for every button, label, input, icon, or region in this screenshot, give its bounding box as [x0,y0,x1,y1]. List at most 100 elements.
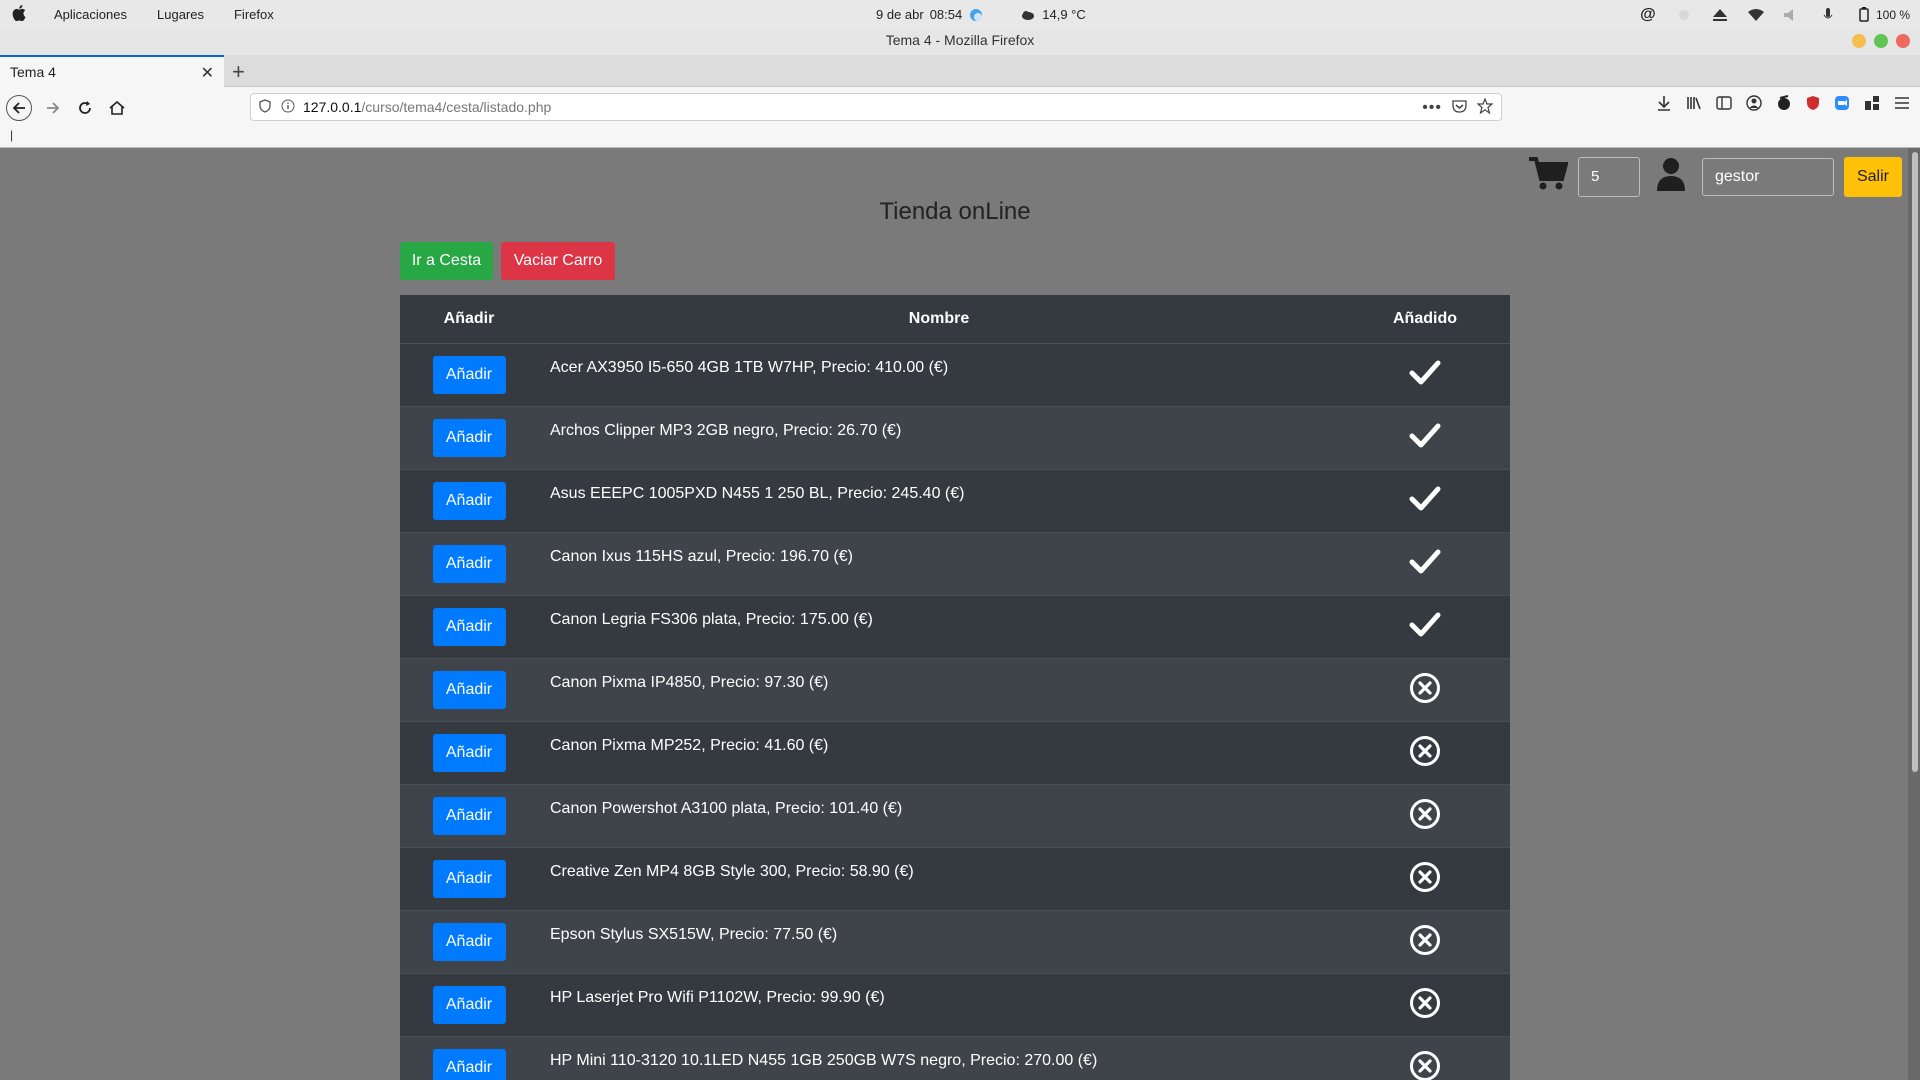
download-icon[interactable] [1656,95,1672,116]
url-host: 127.0.0.1 [303,99,362,115]
cart-count-field: 5 [1578,156,1640,197]
x-circle-icon [1409,798,1441,835]
add-button[interactable]: Añadir [432,860,506,898]
go-to-cart-button[interactable]: Ir a Cesta [400,242,493,280]
add-button[interactable]: Añadir [432,797,506,835]
empty-cart-button[interactable]: Vaciar Carro [501,242,615,280]
pocket-icon[interactable] [1452,99,1467,116]
bookmark-star-icon[interactable] [1476,97,1494,117]
more-actions-icon[interactable]: ••• [1422,99,1442,117]
product-name: Asus EEEPC 1005PXD N455 1 250 BL, Precio… [550,485,965,502]
minimize-button[interactable] [1852,34,1866,48]
account-icon[interactable] [1746,95,1762,116]
info-icon[interactable] [281,99,295,116]
check-icon [1409,360,1441,391]
add-button[interactable]: Añadir [432,734,506,772]
time-text: 08:54 [929,7,963,22]
product-name: Canon Pixma MP252, Precio: 41.60 (€) [550,737,829,754]
close-tab-icon[interactable]: ✕ [201,63,214,83]
add-button[interactable]: Añadir [432,356,506,394]
home-button[interactable] [104,95,130,121]
x-circle-icon [1409,735,1441,772]
added-cell [1340,1050,1510,1080]
add-button[interactable]: Añadir [432,986,506,1024]
extension-bird-icon[interactable] [1776,95,1792,116]
sidebar-icon[interactable] [1716,96,1732,115]
library-icon[interactable] [1686,95,1702,116]
close-window-button[interactable] [1896,34,1910,48]
added-cell [1340,672,1510,709]
product-name: Canon Legria FS306 plata, Precio: 175.00… [550,611,873,628]
add-cell: Añadir [400,986,538,1024]
product-name: Canon Powershot A3100 plata, Precio: 101… [550,800,903,817]
at-icon[interactable]: @ [1640,6,1656,23]
add-button[interactable]: Añadir [432,1049,506,1080]
new-tab-button[interactable]: + [232,59,245,85]
add-cell: Añadir [400,356,538,394]
hamburger-menu-icon[interactable] [1894,96,1910,115]
add-button[interactable]: Añadir [432,671,506,709]
tab-tema4[interactable]: Tema 4 ✕ [0,55,224,87]
navigation-bar: 127.0.0.1/curso/tema4/cesta/listado.php … [0,87,1920,128]
add-button[interactable]: Añadir [432,419,506,457]
products-table: Añadir Nombre Añadido Añadir Acer AX3950 … [400,295,1510,1080]
added-cell [1340,735,1510,772]
username-field: gestor [1702,157,1834,196]
add-cell: Añadir [400,797,538,835]
shopping-cart-icon[interactable] [1528,156,1569,197]
added-cell [1340,423,1510,454]
x-circle-icon [1409,987,1441,1024]
weather-text: 14,9 °C [1042,7,1086,22]
add-button[interactable]: Añadir [432,545,506,583]
add-button[interactable]: Añadir [432,923,506,961]
added-cell [1340,360,1510,391]
zoom-extension-icon[interactable] [1834,95,1850,116]
table-row: Añadir Acer AX3950 I5-650 4GB 1TB W7HP, P… [400,344,1510,407]
battery-text: 100 % [1875,7,1910,22]
add-cell: Añadir [400,482,538,520]
menu-aplicaciones[interactable]: Aplicaciones [54,7,127,22]
extensions-puzzle-icon[interactable] [1864,95,1880,116]
tab-label: Tema 4 [10,64,56,80]
maximize-button[interactable] [1874,34,1888,48]
added-cell [1340,924,1510,961]
product-name: Canon Pixma IP4850, Precio: 97.30 (€) [550,674,829,691]
page-content: 5 gestor Salir Tienda onLine Ir a Cesta … [0,148,1920,1080]
product-name: Archos Clipper MP3 2GB negro, Precio: 26… [550,422,902,439]
product-name: Epson Stylus SX515W, Precio: 77.50 (€) [550,926,838,943]
menu-firefox[interactable]: Firefox [234,7,274,22]
scrollbar-thumb[interactable] [1912,152,1918,772]
menu-lugares[interactable]: Lugares [157,7,204,22]
table-row: Añadir Canon Legria FS306 plata, Precio: … [400,596,1510,659]
logout-button[interactable]: Salir [1844,156,1902,197]
url-bar[interactable]: 127.0.0.1/curso/tema4/cesta/listado.php … [250,93,1502,121]
add-cell: Añadir [400,923,538,961]
reload-button[interactable] [72,95,98,121]
clock-area[interactable]: 9 de abr 08:54 14,9 °C [876,0,1086,29]
eject-icon[interactable] [1712,7,1728,23]
forward-button[interactable] [40,95,66,121]
user-bar: 5 gestor Salir [1528,156,1902,197]
add-button[interactable]: Añadir [432,482,506,520]
shield-icon[interactable] [259,98,271,116]
check-icon [1409,612,1441,643]
volume-icon[interactable] [1783,7,1800,23]
table-row: Añadir Canon Pixma MP252, Precio: 41.60 (… [400,722,1510,785]
url-path: /curso/tema4/cesta/listado.php [361,99,552,115]
wifi-icon[interactable] [1747,7,1764,23]
check-icon [1409,549,1441,580]
x-circle-icon [1409,672,1441,709]
table-header: Añadir Nombre Añadido [400,295,1510,344]
battery-icon[interactable] [1856,7,1872,23]
apple-icon[interactable] [12,5,32,24]
x-circle-icon [1409,861,1441,898]
page-scrollbar[interactable] [1908,148,1920,1080]
cloud-icon [1020,7,1036,23]
back-button[interactable] [6,95,32,121]
header-name: Nombre [908,310,970,327]
added-cell [1340,486,1510,517]
table-row: Añadir Epson Stylus SX515W, Precio: 77.50… [400,911,1510,974]
add-button[interactable]: Añadir [432,608,506,646]
microphone-icon[interactable] [1820,7,1836,23]
ublock-icon[interactable] [1806,95,1820,116]
